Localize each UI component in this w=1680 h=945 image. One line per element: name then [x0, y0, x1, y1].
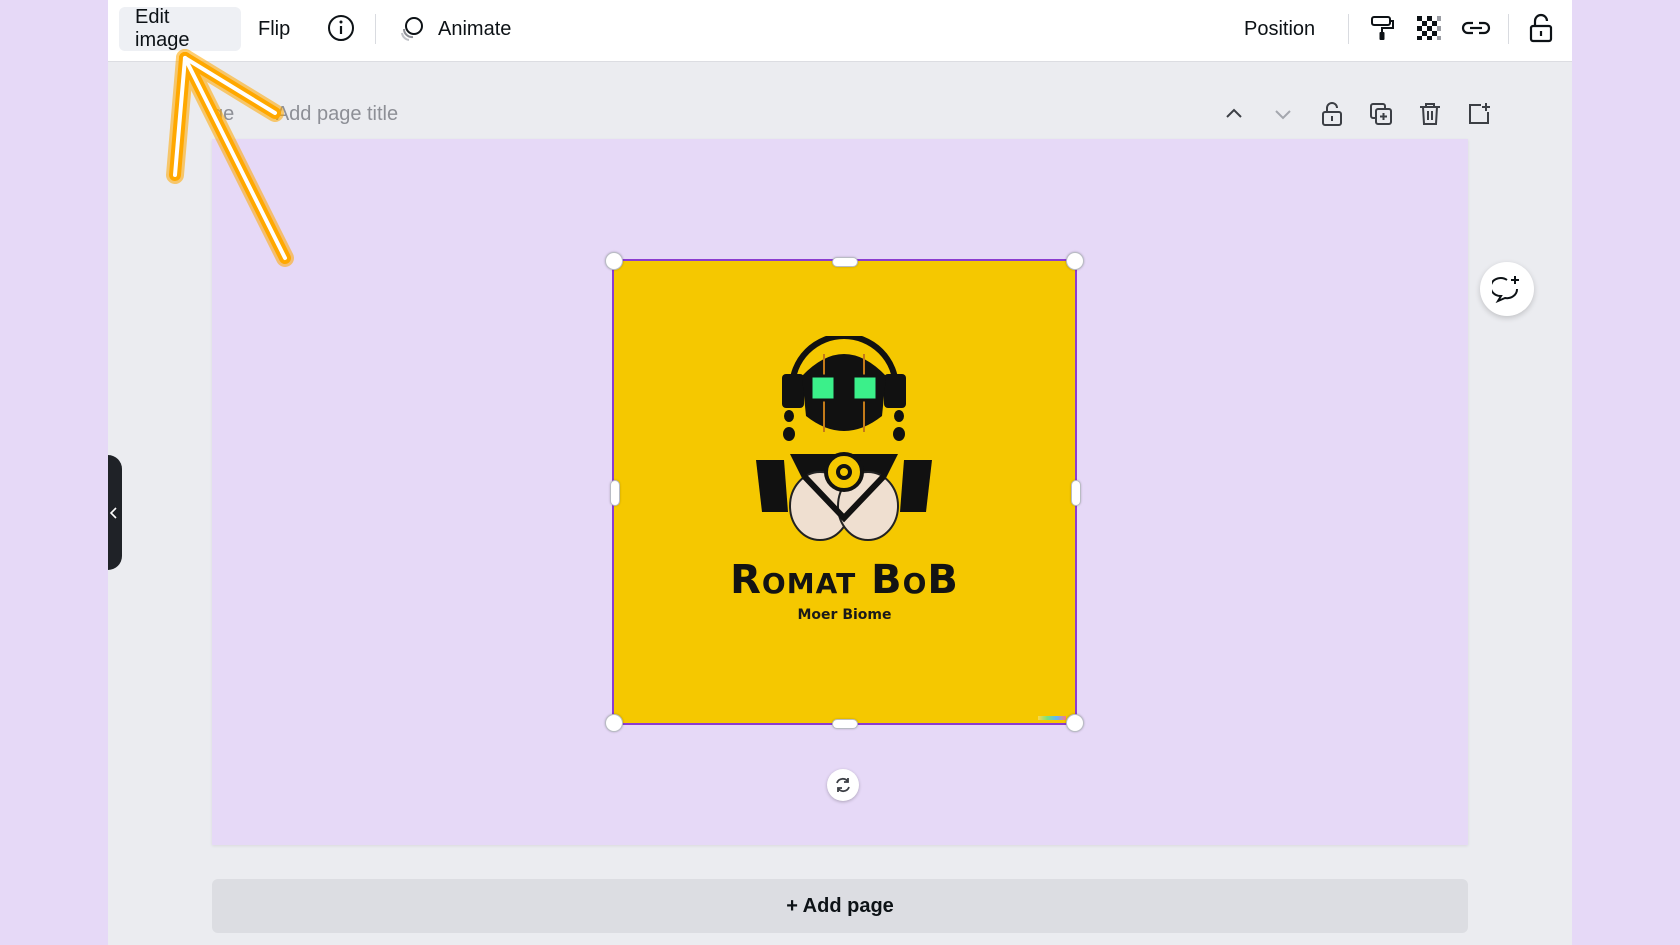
resize-handle-bottom-right[interactable] [1066, 714, 1084, 732]
resize-handle-left[interactable] [610, 480, 620, 506]
transparency-icon[interactable] [1414, 13, 1444, 43]
design-canvas[interactable]: Romat BoB Moer Biome [212, 139, 1468, 845]
chevron-up-icon[interactable] [1220, 100, 1248, 128]
edit-image-label: Edit image [135, 6, 190, 51]
animate-icon [398, 15, 426, 43]
resize-handle-top[interactable] [832, 257, 858, 267]
edit-image-button[interactable]: Edit image [119, 6, 241, 51]
flip-button[interactable]: Flip [254, 7, 294, 51]
side-panel-toggle[interactable] [108, 455, 122, 570]
flip-label: Flip [258, 17, 291, 40]
rotate-handle[interactable] [827, 769, 859, 801]
info-icon[interactable] [326, 13, 356, 43]
resize-handle-top-right[interactable] [1066, 252, 1084, 270]
page-title-placeholder: Add page title [275, 103, 399, 125]
resize-handle-bottom[interactable] [832, 719, 858, 729]
resize-handle-bottom-left[interactable] [605, 714, 623, 732]
add-page-icon[interactable] [1465, 100, 1493, 128]
add-comment-icon [1492, 274, 1522, 304]
add-comment-button[interactable] [1480, 262, 1534, 316]
editor-app: Edit image Flip Animate Position ge Add … [108, 0, 1572, 945]
toolbar-divider [375, 14, 376, 44]
page-title-input[interactable]: ge Add page title [212, 103, 398, 126]
add-page-label: + Add page [786, 894, 894, 917]
resize-handle-right[interactable] [1071, 480, 1081, 506]
position-label: Position [1244, 17, 1316, 40]
animate-button[interactable]: Animate [394, 7, 515, 51]
lock-icon[interactable] [1526, 13, 1556, 43]
animate-label: Animate [438, 17, 512, 40]
resize-handle-top-left[interactable] [605, 252, 623, 270]
watermark-strip [1038, 716, 1066, 720]
delete-icon[interactable] [1416, 100, 1444, 128]
collapse-chevron-icon [110, 506, 118, 519]
page-lock-icon[interactable] [1318, 100, 1346, 128]
robot-logo-image[interactable]: Romat BoB Moer Biome [612, 259, 1077, 725]
chevron-down-icon[interactable] [1269, 100, 1297, 128]
add-page-button[interactable]: + Add page [212, 879, 1468, 933]
page-label-fragment: ge [212, 103, 235, 125]
logo-title: Romat BoB [730, 557, 959, 603]
toolbar-divider [1348, 14, 1349, 44]
robot-illustration [756, 336, 932, 541]
duplicate-page-icon[interactable] [1367, 100, 1395, 128]
paint-roller-icon[interactable] [1367, 13, 1397, 43]
position-button[interactable]: Position [1236, 7, 1323, 51]
top-toolbar: Edit image Flip Animate Position [108, 0, 1572, 62]
rotate-icon [834, 776, 852, 794]
logo-subtitle: Moer Biome [797, 607, 892, 623]
page-header: ge Add page title [212, 96, 1490, 136]
link-icon[interactable] [1461, 13, 1491, 43]
toolbar-divider [1508, 14, 1509, 44]
